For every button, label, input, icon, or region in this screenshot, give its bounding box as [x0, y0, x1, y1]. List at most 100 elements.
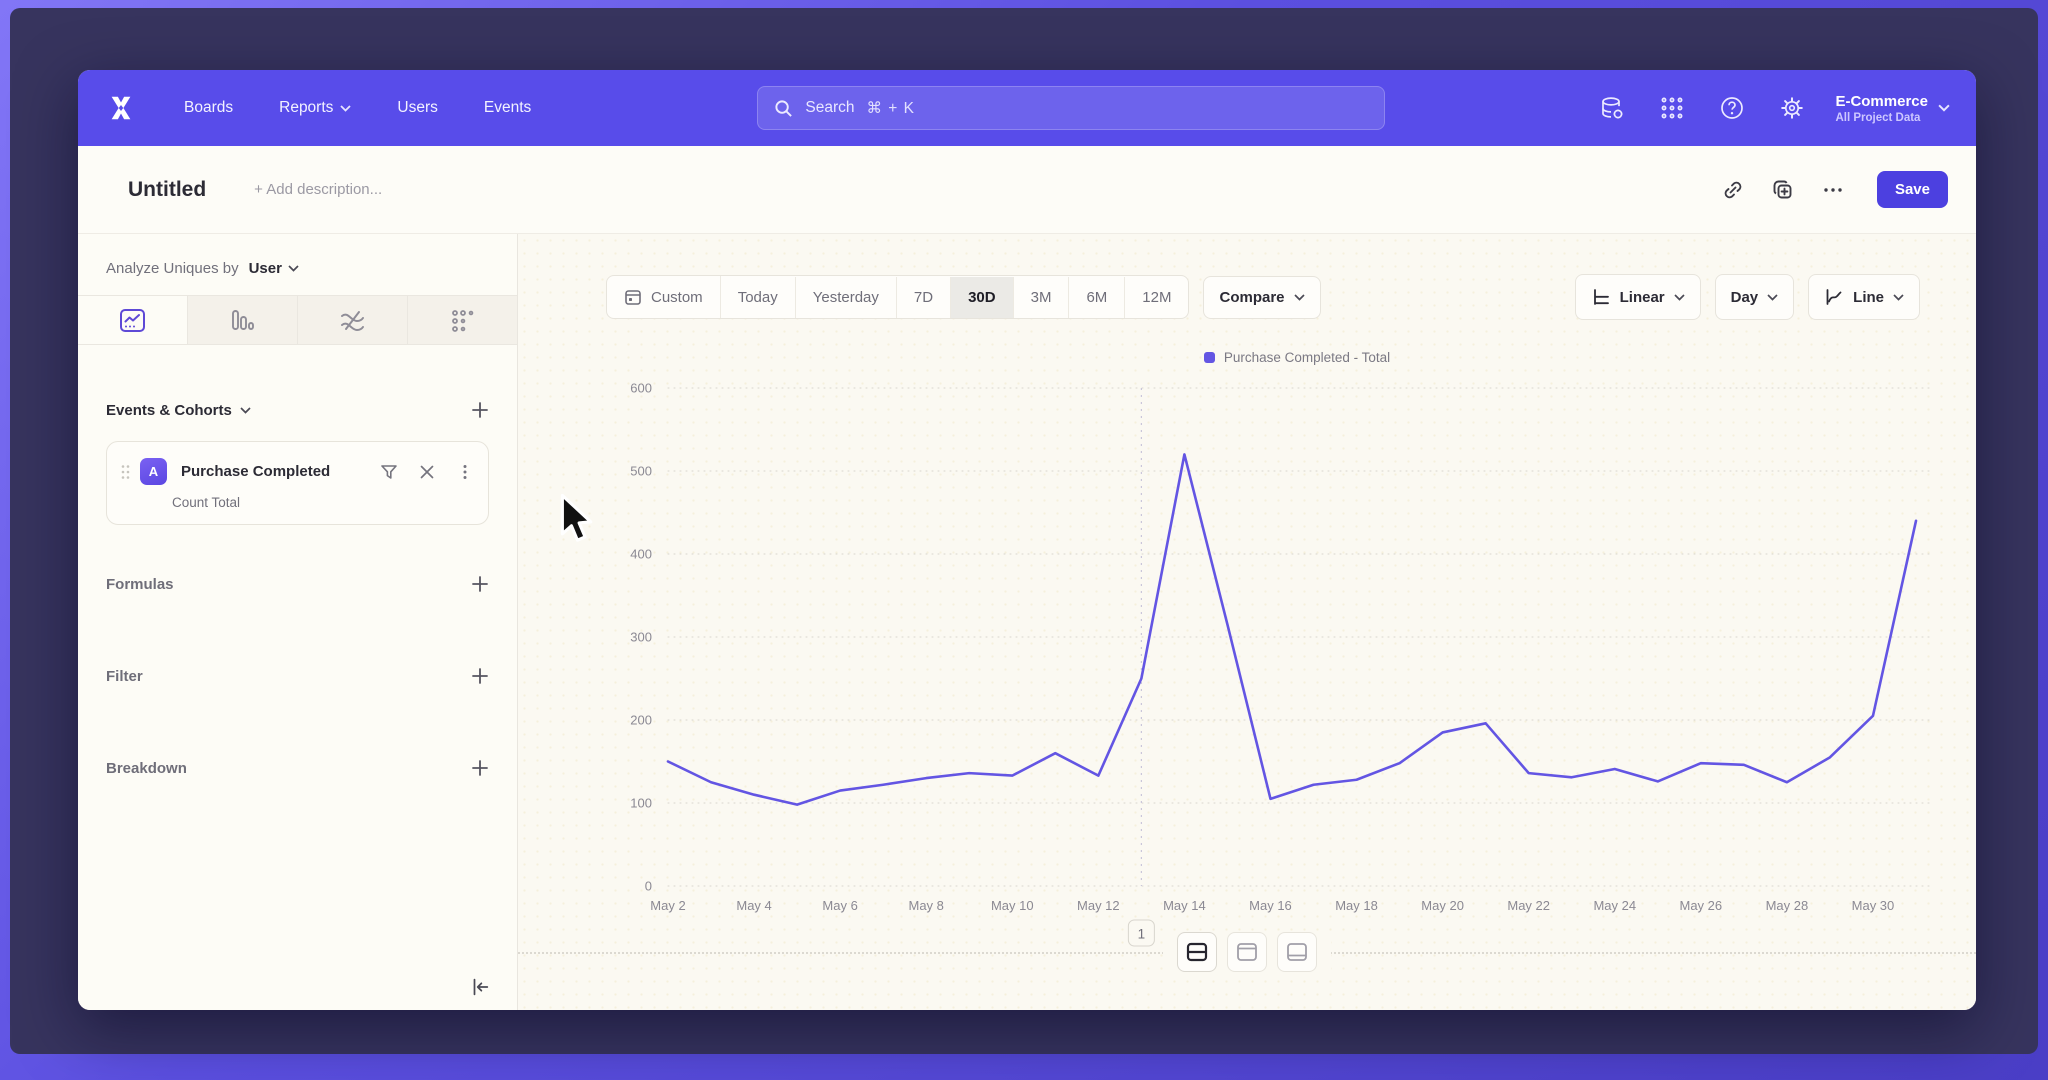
interval-selector[interactable]: Day	[1715, 274, 1795, 320]
range-30d[interactable]: 30D	[951, 277, 1014, 318]
range-3m[interactable]: 3M	[1014, 277, 1070, 318]
settings-gear-icon[interactable]	[1779, 95, 1805, 121]
apps-grid-icon[interactable]	[1659, 95, 1685, 121]
chevron-down-icon	[1893, 294, 1904, 301]
svg-text:May 6: May 6	[822, 898, 857, 913]
collapse-sidebar-icon[interactable]	[469, 976, 491, 998]
scale-selector[interactable]: Linear	[1575, 274, 1701, 320]
chevron-down-icon	[340, 105, 351, 112]
tab-funnels[interactable]	[188, 296, 298, 344]
chevron-down-icon	[1294, 294, 1305, 301]
layout-split-button[interactable]	[1177, 932, 1217, 972]
event-measurement[interactable]: Count Total	[172, 495, 474, 510]
svg-text:May 30: May 30	[1852, 898, 1895, 913]
range-12m[interactable]: 12M	[1125, 277, 1188, 318]
svg-text:May 2: May 2	[650, 898, 685, 913]
svg-text:May 8: May 8	[909, 898, 944, 913]
chart-legend: Purchase Completed - Total	[668, 350, 1926, 365]
chevron-down-icon	[288, 265, 299, 272]
svg-text:May 10: May 10	[991, 898, 1034, 913]
range-custom[interactable]: Custom	[607, 276, 721, 318]
report-header: Untitled + Add description... Save	[78, 146, 1976, 234]
kebab-menu-icon[interactable]	[456, 463, 474, 481]
tab-retention[interactable]	[408, 296, 517, 344]
tab-insights[interactable]	[78, 296, 188, 344]
svg-text:May 14: May 14	[1163, 898, 1206, 913]
remove-event-icon[interactable]	[418, 463, 436, 481]
events-cohorts-header[interactable]: Events & Cohorts	[106, 401, 489, 419]
chart-toolbar: Custom Today Yesterday 7D 30D 3M 6M 12M …	[606, 274, 1920, 320]
chevron-down-icon	[1674, 294, 1685, 301]
line-chart-svg[interactable]: 0100200300400500600May 2May 4May 6May 8M…	[518, 374, 1976, 974]
svg-text:May 20: May 20	[1421, 898, 1464, 913]
insights-chart-icon	[119, 308, 146, 333]
breakdown-section: Breakdown	[106, 759, 489, 777]
svg-text:May 22: May 22	[1507, 898, 1550, 913]
nav-item-users[interactable]: Users	[397, 99, 437, 117]
search-shortcut: ⌘ + K	[866, 99, 915, 118]
calendar-icon	[624, 288, 642, 306]
nav-item-boards[interactable]: Boards	[184, 99, 233, 117]
date-range-control: Custom Today Yesterday 7D 30D 3M 6M 12M	[606, 275, 1189, 319]
svg-text:May 12: May 12	[1077, 898, 1120, 913]
svg-text:0: 0	[645, 879, 652, 894]
filter-section: Filter	[106, 667, 489, 685]
layout-top-icon	[1236, 942, 1258, 962]
svg-text:May 16: May 16	[1249, 898, 1292, 913]
legend-series-label: Purchase Completed - Total	[1224, 350, 1390, 365]
copy-link-icon[interactable]	[1721, 178, 1745, 202]
project-scope: All Project Data	[1835, 112, 1928, 124]
more-options-icon[interactable]	[1821, 178, 1845, 202]
formulas-section: Formulas	[106, 575, 489, 593]
svg-text:400: 400	[630, 547, 652, 562]
layout-top-button[interactable]	[1227, 932, 1267, 972]
add-formula-button[interactable]	[471, 575, 489, 593]
tab-flows[interactable]	[298, 296, 408, 344]
report-title[interactable]: Untitled	[128, 178, 206, 202]
layout-bottom-button[interactable]	[1277, 932, 1317, 972]
app-window: Boards Reports Users Events Search ⌘ + K	[78, 70, 1976, 1010]
chart-panel: Custom Today Yesterday 7D 30D 3M 6M 12M …	[518, 234, 1976, 1010]
nav-item-reports[interactable]: Reports	[279, 99, 351, 117]
svg-text:May 24: May 24	[1593, 898, 1636, 913]
project-name: E-Commerce	[1835, 93, 1928, 110]
range-7d[interactable]: 7D	[897, 277, 951, 318]
svg-text:500: 500	[630, 464, 652, 479]
add-filter-button[interactable]	[471, 667, 489, 685]
svg-text:600: 600	[630, 381, 652, 396]
event-card[interactable]: A Purchase Completed	[106, 441, 489, 525]
filter-funnel-icon[interactable]	[380, 463, 398, 481]
duplicate-icon[interactable]	[1771, 178, 1795, 202]
query-sidebar: Analyze Uniques by User	[78, 234, 518, 1010]
save-button[interactable]: Save	[1877, 171, 1948, 208]
svg-text:May 28: May 28	[1766, 898, 1809, 913]
project-switcher[interactable]: E-Commerce All Project Data	[1835, 93, 1950, 124]
mixpanel-logo-icon[interactable]	[104, 93, 138, 123]
chart-type-selector[interactable]: Line	[1808, 274, 1920, 320]
linear-axis-icon	[1591, 287, 1611, 307]
bar-chart-icon	[230, 308, 255, 333]
search-input[interactable]: Search ⌘ + K	[757, 86, 1385, 130]
add-description[interactable]: + Add description...	[254, 181, 382, 198]
search-icon	[774, 99, 793, 118]
legend-swatch	[1204, 352, 1215, 363]
flows-icon	[339, 308, 366, 333]
svg-text:1: 1	[1138, 927, 1146, 942]
add-breakdown-button[interactable]	[471, 759, 489, 777]
data-management-icon[interactable]	[1599, 95, 1625, 121]
analyze-selector[interactable]: Analyze Uniques by User	[106, 260, 489, 277]
top-nav: Boards Reports Users Events Search ⌘ + K	[78, 70, 1976, 146]
add-event-button[interactable]	[471, 401, 489, 419]
chevron-down-icon	[240, 407, 251, 414]
event-name: Purchase Completed	[181, 463, 330, 480]
drag-handle-icon[interactable]	[121, 464, 130, 480]
compare-button[interactable]: Compare	[1203, 276, 1320, 319]
range-yesterday[interactable]: Yesterday	[796, 277, 897, 318]
range-today[interactable]: Today	[721, 277, 796, 318]
svg-text:May 4: May 4	[736, 898, 771, 913]
range-6m[interactable]: 6M	[1069, 277, 1125, 318]
nav-item-events[interactable]: Events	[484, 99, 531, 117]
help-icon[interactable]	[1719, 95, 1745, 121]
search-placeholder: Search	[805, 99, 854, 117]
svg-text:200: 200	[630, 713, 652, 728]
